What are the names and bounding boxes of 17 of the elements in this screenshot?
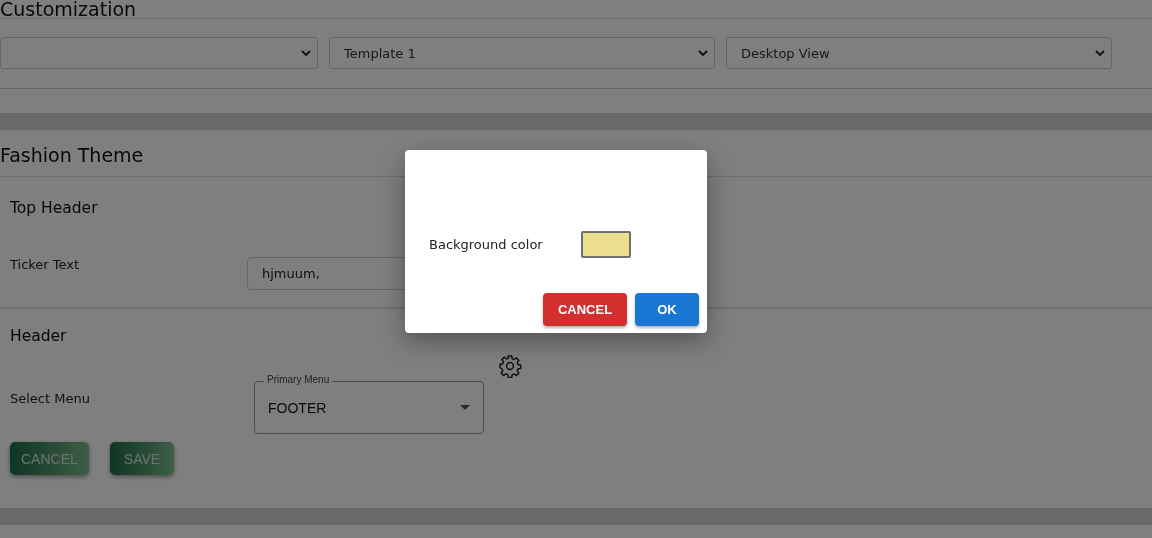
ok-button[interactable]: OK xyxy=(635,293,699,326)
caret-icon xyxy=(460,405,470,410)
field-label: Ticker Text xyxy=(10,257,81,272)
chevron-down-icon xyxy=(1095,49,1105,57)
chevron-down-icon xyxy=(301,49,311,57)
primary-menu-select[interactable]: Primary Menu FOOTER xyxy=(254,373,484,434)
dropdown-select[interactable]: Desktop View xyxy=(726,37,1112,69)
chevron-down-icon xyxy=(698,49,708,57)
subsection-title: Top Header xyxy=(10,199,98,217)
subsection-title: Header xyxy=(10,327,67,345)
field-label: Background color xyxy=(429,237,543,252)
page-title: Customization xyxy=(0,0,137,18)
cancel-button[interactable]: CANCEL xyxy=(543,293,627,326)
settings-icon[interactable] xyxy=(498,354,522,378)
dropdown-select[interactable]: Template 1 xyxy=(329,37,715,69)
color-swatch[interactable] xyxy=(580,231,631,258)
field-label: Select Menu xyxy=(10,391,91,406)
